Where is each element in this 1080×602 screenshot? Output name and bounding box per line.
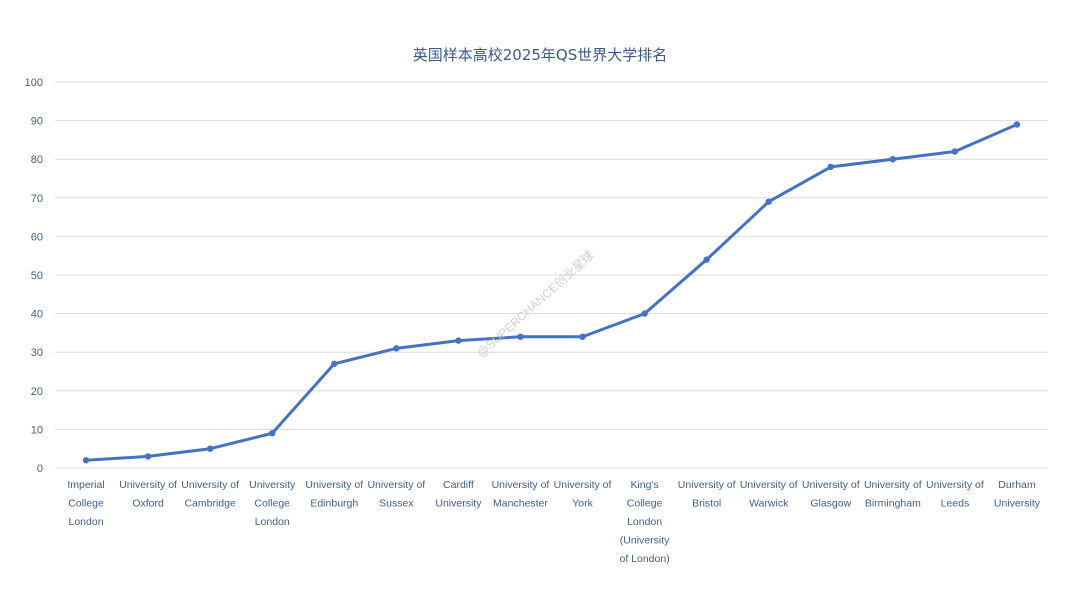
data-point <box>269 430 276 437</box>
x-axis-ticks: Imperial College London University of Oxford… <box>67 479 1040 565</box>
x-tick-label: University of Sussex <box>367 479 425 510</box>
data-point <box>206 445 214 452</box>
x-tick-label: University College London <box>249 479 296 528</box>
x-tick-label: University of York <box>554 479 612 510</box>
x-tick-label: University of Bristol <box>678 479 736 510</box>
x-tick-label: University of Cambridge <box>181 479 239 510</box>
y-tick-label: 60 <box>31 231 43 243</box>
data-point <box>827 163 834 171</box>
data-point <box>641 310 648 317</box>
x-tick-label: Imperial College London <box>67 479 104 528</box>
y-tick-label: 10 <box>31 424 43 436</box>
x-tick-label: King's College London (University of London) <box>619 479 670 565</box>
y-tick-label: 80 <box>31 154 43 166</box>
y-tick-label: 20 <box>31 386 43 398</box>
data-point <box>393 345 400 352</box>
data-point <box>331 360 338 367</box>
y-tick-label: 50 <box>31 270 43 282</box>
x-tick-label: University of Oxford <box>119 479 177 510</box>
data-point <box>455 337 462 344</box>
data-point <box>951 148 959 155</box>
x-tick-label: Cardiff University <box>435 479 482 510</box>
data-point <box>517 333 524 340</box>
chart-title: 英国样本高校2025年QS世界大学排名 <box>413 46 668 64</box>
chart: 英国样本高校2025年QS世界大学排名 0 10 20 30 40 50 60 70 80 90 1… <box>0 0 1080 602</box>
y-tick-label: 40 <box>31 309 43 321</box>
line-chart: 英国样本高校2025年QS世界大学排名 0 10 20 30 40 50 60 70 80 90 1… <box>25 46 1048 565</box>
y-tick-label: 70 <box>31 193 43 205</box>
data-point <box>144 453 152 460</box>
x-tick-label: University of Edinburgh <box>305 479 363 510</box>
data-point <box>579 333 586 340</box>
watermark: @SUPERCHANCE创业星球 <box>474 248 596 360</box>
x-tick-label: Durham University <box>994 479 1041 510</box>
y-tick-label: 30 <box>31 347 43 359</box>
x-tick-label: University of Leeds <box>926 479 984 510</box>
x-tick-label: University of Warwick <box>740 479 798 510</box>
y-axis-ticks: 0 10 20 30 40 50 60 70 80 90 100 <box>25 77 43 475</box>
x-tick-label: University of Birmingham <box>864 479 922 510</box>
x-tick-label: University of Manchester <box>492 479 550 510</box>
data-point <box>82 457 90 464</box>
data-point <box>703 256 710 263</box>
y-tick-label: 100 <box>25 77 43 89</box>
data-point <box>889 156 897 163</box>
data-point <box>765 198 772 205</box>
y-tick-label: 90 <box>31 116 43 128</box>
gridlines <box>55 81 1048 469</box>
y-tick-label: 0 <box>37 463 43 475</box>
x-tick-label: University of Glasgow <box>802 479 860 510</box>
data-point <box>1013 121 1021 128</box>
